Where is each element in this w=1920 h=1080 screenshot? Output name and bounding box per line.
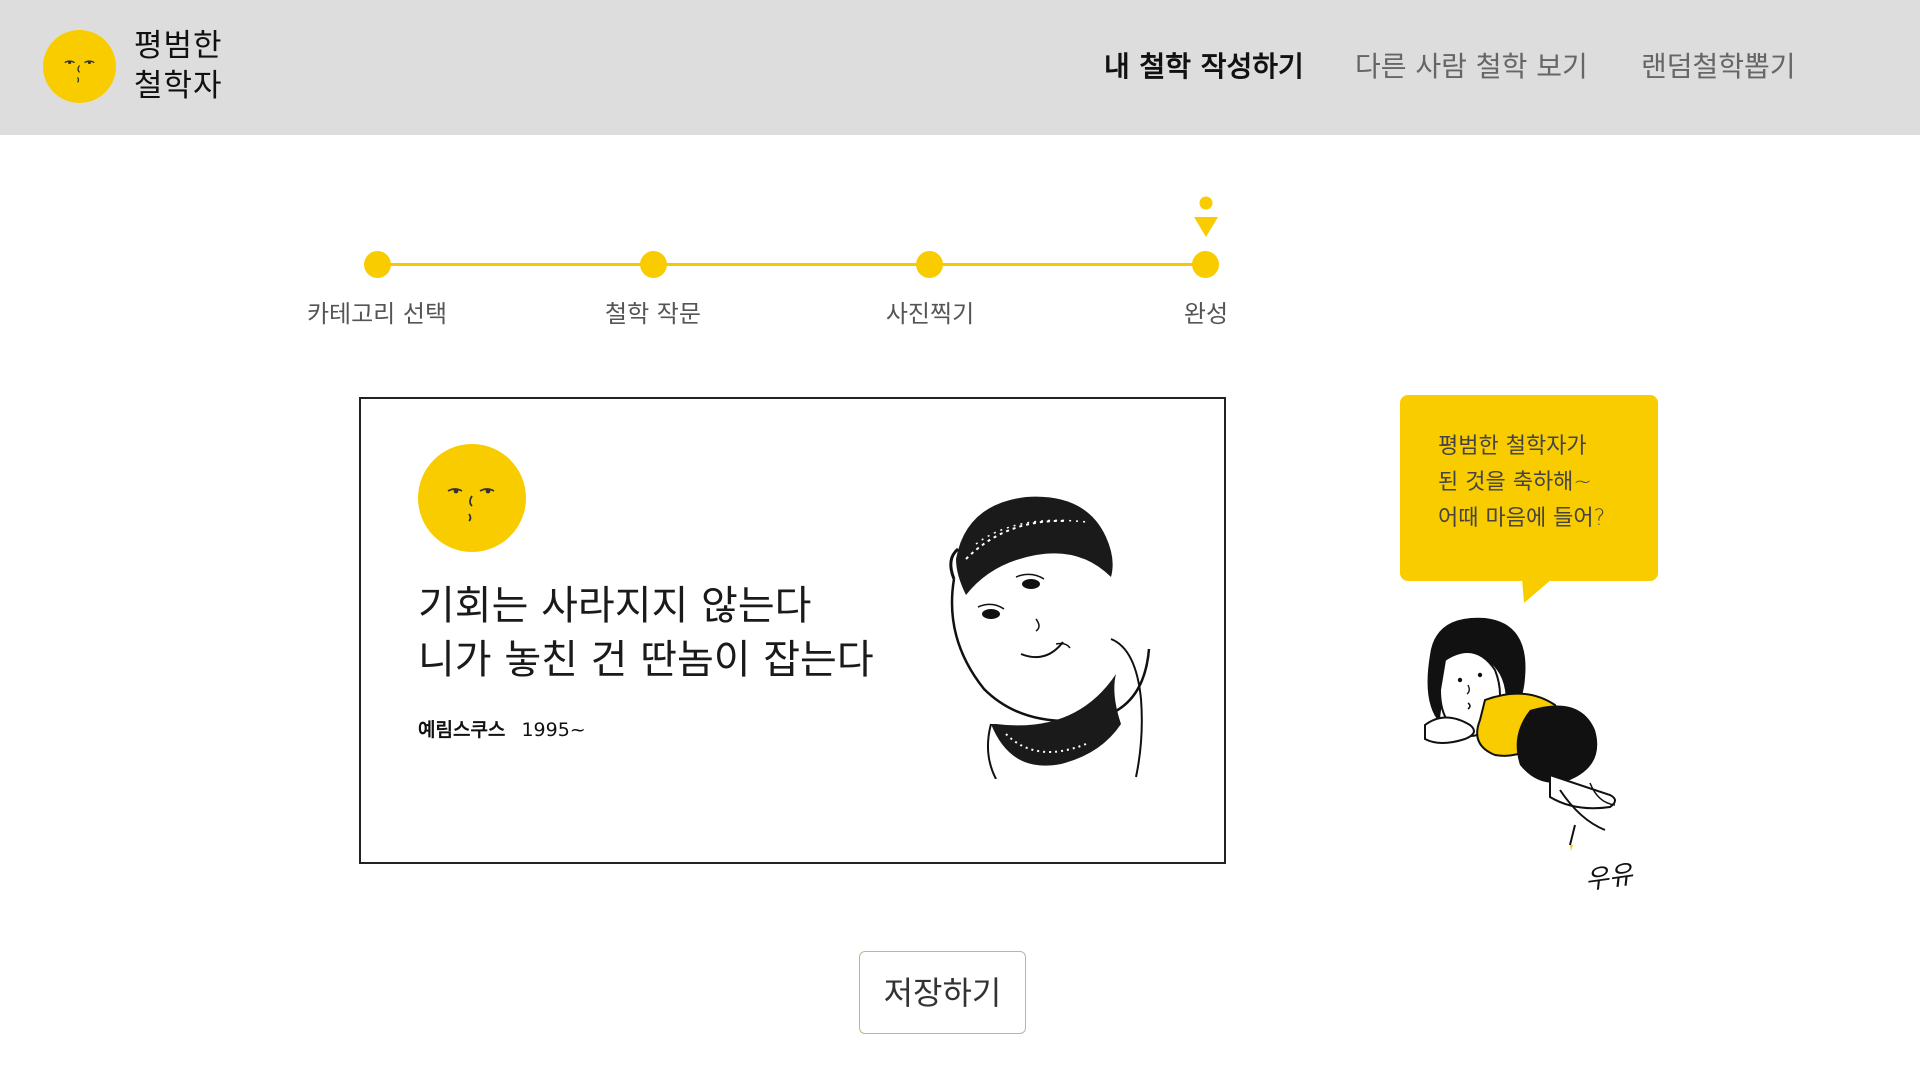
step-dot-4[interactable] [1192, 251, 1219, 278]
quote-line-2: 니가 놓친 건 딴놈이 잡는다 [418, 637, 874, 683]
bubble-line-1: 평범한 철학자가 [1438, 434, 1587, 459]
author-info: 예림스쿠스 1995~ [418, 717, 586, 743]
step-label-complete: 완성 [1183, 300, 1229, 328]
step-label-category: 카테고리 선택 [306, 300, 448, 328]
bubble-line-3: 어때 마음에 들어? [1438, 506, 1606, 531]
philosophy-card: 기회는 사라지지 않는다 니가 놓친 건 딴놈이 잡는다 예림스쿠스 1995~ [359, 397, 1226, 864]
stepper-line [378, 263, 1206, 266]
step-dot-2[interactable] [640, 251, 667, 278]
speech-bubble: 평범한 철학자가 된 것을 축하해~ 어때 마음에 들어? [1400, 395, 1658, 581]
step-dot-3[interactable] [916, 251, 943, 278]
author-name: 예림스쿠스 [418, 719, 506, 741]
bubble-line-2: 된 것을 축하해~ [1438, 470, 1592, 495]
save-button[interactable]: 저장하기 [859, 951, 1026, 1034]
step-dot-1[interactable] [364, 251, 391, 278]
progress-stepper: 카테고리 선택 철학 작문 사진찍기 완성 [0, 0, 1920, 340]
signature: 우유 [1583, 859, 1635, 897]
speech-bubble-tail [1522, 579, 1552, 603]
current-step-marker-icon [1194, 196, 1218, 237]
author-year: 1995~ [521, 719, 586, 741]
moon-face-icon [418, 444, 526, 552]
child-photo-sketch [949, 496, 1151, 779]
quote-line-1: 기회는 사라지지 않는다 [418, 583, 812, 629]
step-label-photo: 사진찍기 [885, 300, 975, 328]
philosophy-quote: 기회는 사라지지 않는다 니가 놓친 건 딴놈이 잡는다 [418, 579, 978, 687]
step-label-writing: 철학 작문 [605, 300, 701, 328]
bubble-text: 평범한 철학자가 된 것을 축하해~ 어때 마음에 들어? [1438, 429, 1605, 537]
